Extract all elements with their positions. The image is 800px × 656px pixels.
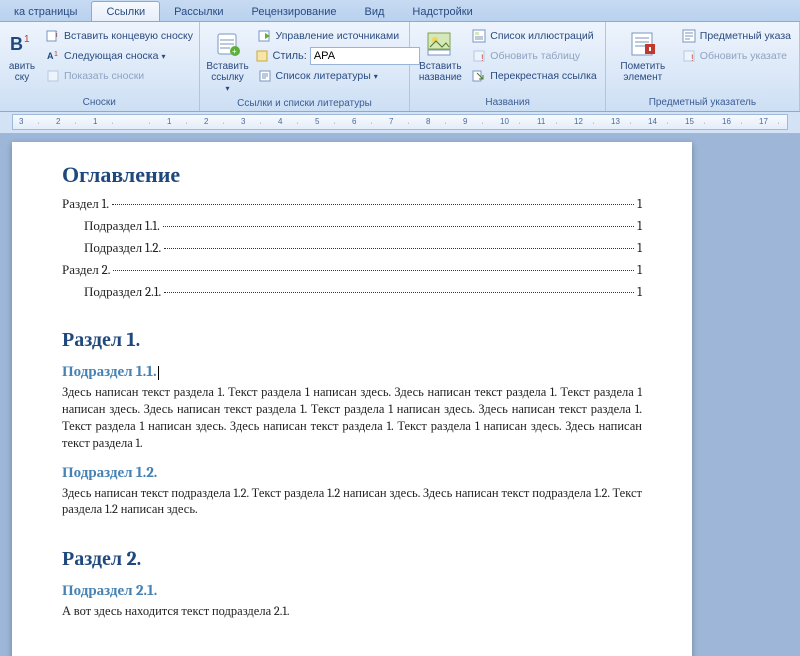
manage-sources-icon (257, 28, 273, 44)
group-captions: Вставить название Список иллюстраций ! О… (410, 22, 605, 111)
tab-view[interactable]: Вид (351, 2, 399, 21)
insert-footnote-label: авить ску (9, 61, 35, 83)
insert-citation-label: Вставить ссылку (206, 61, 248, 83)
heading-1: Раздел 2. (62, 547, 642, 571)
ribbon: B1 авить ску i Вставить концевую сноску … (0, 22, 800, 112)
style-icon (254, 48, 270, 64)
group-citations: + Вставить ссылку Управление источниками… (200, 22, 411, 111)
svg-text:!: ! (481, 53, 484, 63)
mark-entry-label: Пометить элемент (620, 61, 665, 83)
tab-mailings[interactable]: Рассылки (160, 2, 237, 21)
tab-references[interactable]: Ссылки (91, 1, 160, 21)
toc-label: Подраздел 1.1. (84, 218, 160, 234)
cross-ref-icon (471, 68, 487, 84)
group-citations-label: Ссылки и списки литературы (205, 96, 405, 112)
document-viewport[interactable]: Оглавление Раздел 1. 1Подраздел 1.1. 1По… (0, 134, 800, 656)
cross-reference-button[interactable]: Перекрестная ссылка (468, 67, 599, 85)
toc-page: 1 (637, 285, 642, 300)
next-footnote-icon: A1 (45, 48, 61, 64)
group-captions-label: Названия (415, 95, 599, 111)
tab-page-layout[interactable]: ка страницы (0, 2, 91, 21)
ruler-area: 3·2·1··1·2·3·4·5·6·7·8·9·10·11·12·13·14·… (0, 112, 800, 134)
table-of-contents: Раздел 1. 1Подраздел 1.1. 1Подраздел 1.2… (62, 196, 642, 300)
toc-label: Раздел 1. (62, 196, 109, 212)
endnote-icon: i (45, 28, 61, 44)
insert-index-button[interactable]: Предметный указа (678, 27, 794, 45)
paragraph[interactable]: Здесь написан текст подраздела 1.2. Текс… (62, 486, 642, 520)
heading-2: Подраздел 1.1. (62, 362, 642, 381)
toc-leader (112, 204, 634, 205)
insert-endnote-button[interactable]: i Вставить концевую сноску (42, 27, 196, 45)
update-index-button[interactable]: ! Обновить указате (678, 47, 794, 65)
caption-icon (425, 29, 455, 59)
svg-text:1: 1 (24, 34, 30, 45)
update-table-icon: ! (471, 48, 487, 64)
svg-text:!: ! (691, 53, 694, 63)
svg-text:+: + (232, 47, 237, 56)
toc-leader (164, 248, 634, 249)
page: Оглавление Раздел 1. 1Подраздел 1.1. 1По… (12, 142, 692, 656)
next-footnote-button[interactable]: A1 Следующая сноска (42, 47, 196, 65)
toc-page: 1 (637, 197, 642, 212)
bibliography-icon (257, 68, 273, 84)
update-index-icon: ! (681, 48, 697, 64)
toc-label: Раздел 2. (62, 262, 110, 278)
update-table-button[interactable]: ! Обновить таблицу (468, 47, 599, 65)
style-select[interactable] (310, 47, 420, 65)
insert-caption-label: Вставить название (419, 61, 462, 83)
show-footnotes-button[interactable]: Показать сноски (42, 67, 196, 85)
toc-entry[interactable]: Подраздел 1.2. 1 (62, 240, 642, 256)
toc-entry[interactable]: Раздел 2. 1 (62, 262, 642, 278)
figures-list-icon (471, 28, 487, 44)
insert-caption-button[interactable]: Вставить название (415, 27, 465, 85)
citation-icon: + (213, 29, 243, 59)
svg-text:A: A (47, 51, 54, 61)
tab-addins[interactable]: Надстройки (398, 2, 486, 21)
toc-label: Подраздел 1.2. (84, 240, 161, 256)
group-footnotes-label: Сноски (5, 95, 194, 111)
toc-entry[interactable]: Подраздел 2.1. 1 (62, 284, 642, 300)
figures-list-button[interactable]: Список иллюстраций (468, 27, 599, 45)
toc-entry[interactable]: Подраздел 1.1. 1 (62, 218, 642, 234)
toc-title: Оглавление (62, 162, 642, 188)
toc-leader (113, 270, 634, 271)
show-notes-icon (45, 68, 61, 84)
toc-page: 1 (637, 263, 642, 278)
paragraph[interactable]: Здесь написан текст раздела 1. Текст раз… (62, 385, 642, 453)
mark-entry-icon (628, 29, 658, 59)
heading-2: Подраздел 1.2. (62, 463, 642, 482)
toc-page: 1 (637, 219, 642, 234)
group-footnotes: B1 авить ску i Вставить концевую сноску … (0, 22, 200, 111)
group-index-label: Предметный указатель (611, 95, 794, 111)
toc-entry[interactable]: Раздел 1. 1 (62, 196, 642, 212)
mark-entry-button[interactable]: Пометить элемент (611, 27, 675, 85)
insert-citation-button[interactable]: + Вставить ссылку (205, 27, 251, 96)
group-index: Пометить элемент Предметный указа ! Обно… (606, 22, 800, 111)
heading-1: Раздел 1. (62, 328, 642, 352)
paragraph[interactable]: А вот здесь находится текст подраздела 2… (62, 604, 642, 621)
toc-label: Подраздел 2.1. (84, 284, 161, 300)
toc-leader (163, 226, 634, 227)
text-cursor (158, 366, 159, 380)
svg-text:1: 1 (54, 51, 58, 58)
tab-review[interactable]: Рецензирование (238, 2, 351, 21)
insert-footnote-button[interactable]: B1 авить ску (5, 27, 39, 85)
ribbon-tabs: ка страницы Ссылки Рассылки Рецензирован… (0, 0, 800, 22)
manage-sources-button[interactable]: Управление источниками (254, 27, 420, 45)
index-icon (681, 28, 697, 44)
svg-text:B: B (10, 34, 23, 54)
footnote-icon: B1 (7, 29, 37, 59)
horizontal-ruler[interactable]: 3·2·1··1·2·3·4·5·6·7·8·9·10·11·12·13·14·… (12, 114, 788, 130)
style-label: Стиль: (273, 50, 307, 62)
toc-leader (164, 292, 634, 293)
toc-page: 1 (637, 241, 642, 256)
heading-2: Подраздел 2.1. (62, 581, 642, 600)
svg-text:i: i (56, 32, 58, 39)
bibliography-button[interactable]: Список литературы (254, 67, 420, 85)
